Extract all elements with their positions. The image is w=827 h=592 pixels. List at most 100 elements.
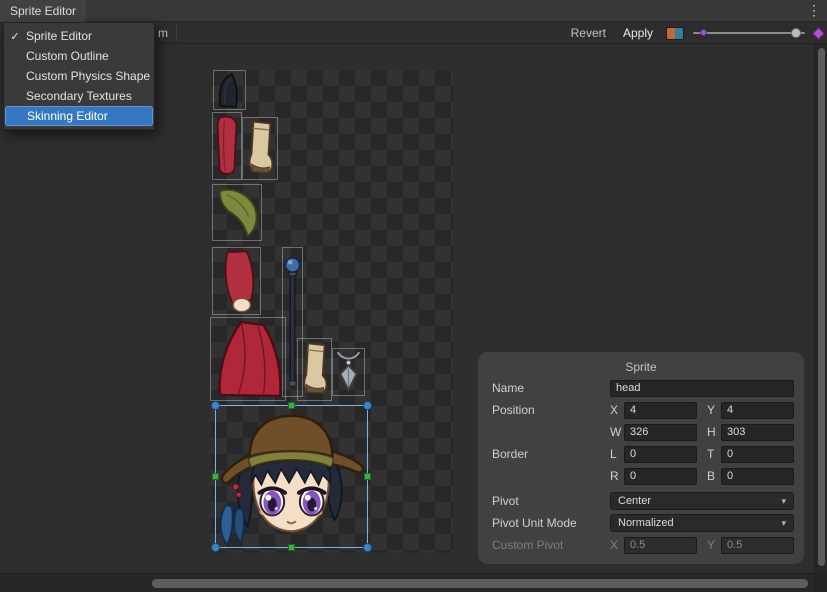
name-input[interactable]: [610, 380, 794, 397]
menu-item-label: Sprite Editor: [26, 29, 92, 43]
zoom-slider-track[interactable]: [693, 32, 805, 34]
position-y-label: Y: [707, 403, 721, 417]
position-xy-row: Position X Y: [488, 399, 794, 421]
border-rb-row: R B: [488, 465, 794, 487]
custom-pivot-x-input: [624, 537, 697, 554]
cape-sprite: [211, 318, 285, 400]
pivot-unit-mode-label: Pivot Unit Mode: [488, 516, 610, 530]
selection-handle-bottom-right[interactable]: [363, 543, 372, 552]
apply-button[interactable]: Apply: [619, 26, 657, 40]
scrollbar-corner: [814, 573, 827, 592]
border-b-label: B: [707, 469, 721, 483]
sprite-inspector-panel: Sprite Name Position X Y W H Border L: [478, 352, 804, 564]
right-eye: [299, 488, 325, 516]
position-wh-row: W H: [488, 421, 794, 443]
sprite-rect-cape[interactable]: [210, 317, 286, 401]
menu-item-custom-physics-shape[interactable]: Custom Physics Shape: [4, 66, 154, 86]
vertical-scrollbar-thumb[interactable]: [818, 48, 825, 566]
feather-ornament: [234, 509, 244, 544]
sprite-rect-boot-right[interactable]: [297, 338, 332, 401]
checkmark-icon: ✓: [4, 30, 26, 43]
chevron-down-icon: ▾: [781, 518, 786, 529]
menu-item-sprite-editor[interactable]: ✓ Sprite Editor: [4, 26, 154, 46]
position-w-label: W: [610, 425, 624, 439]
sprite-rect-scarf[interactable]: [212, 184, 262, 241]
menu-item-secondary-textures[interactable]: Secondary Textures: [4, 86, 154, 106]
selection-handle-top-right[interactable]: [363, 401, 372, 410]
zoom-slider[interactable]: [693, 25, 805, 41]
custom-pivot-row: Custom Pivot X Y: [488, 534, 794, 556]
border-b-input[interactable]: [721, 468, 794, 485]
menu-button-label: Sprite Editor: [10, 4, 76, 18]
revert-button[interactable]: Revert: [567, 26, 610, 40]
zoom-slider-marker: [700, 29, 707, 36]
sprite-rect-sleeve[interactable]: [212, 112, 242, 180]
sprite-rect-amulet[interactable]: [332, 348, 365, 396]
sprite-rect-hat-tip[interactable]: [213, 70, 246, 110]
name-row: Name: [488, 377, 794, 399]
clipped-toolbar-button-text[interactable]: m: [158, 26, 168, 40]
custom-pivot-label: Custom Pivot: [488, 538, 610, 552]
left-eye: [259, 488, 285, 516]
custom-pivot-x-label: X: [610, 538, 624, 552]
border-r-input[interactable]: [624, 468, 697, 485]
head-sprite: [216, 406, 367, 547]
sprite-editor-mode-menu: ✓ Sprite Editor Custom Outline Custom Ph…: [3, 22, 155, 130]
selection-handle-bottom-left[interactable]: [211, 543, 220, 552]
alpha-toggle-icon[interactable]: [812, 27, 825, 40]
sleeve-sprite: [213, 113, 241, 179]
color-channel-icon[interactable]: [666, 27, 684, 40]
sprite-rect-arm[interactable]: [212, 247, 261, 315]
hat-tip-sprite: [214, 71, 245, 109]
border-l-input[interactable]: [624, 446, 697, 463]
arm-sprite: [213, 248, 260, 314]
menu-item-custom-outline[interactable]: Custom Outline: [4, 46, 154, 66]
name-label: Name: [488, 381, 610, 395]
selection-handle-right-mid[interactable]: [364, 473, 371, 480]
menu-item-label: Secondary Textures: [26, 89, 132, 103]
position-w-input[interactable]: [624, 424, 697, 441]
position-x-label: X: [610, 403, 624, 417]
panel-title: Sprite: [488, 357, 794, 377]
window-titlebar: Sprite Editor ⋮: [0, 0, 827, 22]
boot-sprite: [243, 118, 277, 179]
position-label: Position: [488, 403, 610, 417]
horizontal-scrollbar-thumb[interactable]: [152, 579, 808, 588]
selected-sprite-rect-head[interactable]: [215, 405, 368, 548]
kebab-menu-icon[interactable]: ⋮: [805, 0, 823, 22]
toolbar-separator: [176, 25, 177, 41]
earring-bead: [236, 492, 241, 497]
menu-item-label: Skinning Editor: [27, 109, 108, 123]
pivot-value: Center: [618, 495, 651, 507]
boot-sprite: [298, 339, 331, 400]
custom-pivot-y-label: Y: [707, 538, 721, 552]
selection-handle-bottom-mid[interactable]: [288, 544, 295, 551]
earring-bead: [233, 484, 239, 490]
position-y-input[interactable]: [721, 402, 794, 419]
selection-handle-top-left[interactable]: [211, 401, 220, 410]
feather-ornament: [220, 505, 232, 545]
amulet-sprite: [333, 349, 364, 395]
position-h-input[interactable]: [721, 424, 794, 441]
selection-handle-left-mid[interactable]: [212, 473, 219, 480]
zoom-slider-handle[interactable]: [791, 28, 801, 38]
vertical-scrollbar[interactable]: [814, 44, 827, 573]
menu-item-skinning-editor[interactable]: Skinning Editor: [5, 106, 153, 126]
pivot-dropdown[interactable]: Center ▾: [610, 492, 794, 510]
pivot-row: Pivot Center ▾: [488, 490, 794, 512]
border-t-input[interactable]: [721, 446, 794, 463]
position-h-label: H: [707, 425, 721, 439]
pivot-unit-mode-dropdown[interactable]: Normalized ▾: [610, 514, 794, 532]
menu-item-label: Custom Physics Shape: [26, 69, 150, 83]
sprite-editor-menu-button[interactable]: Sprite Editor: [0, 0, 86, 22]
sprite-rect-boot-left[interactable]: [242, 117, 278, 180]
pivot-label: Pivot: [488, 494, 610, 508]
border-r-label: R: [610, 469, 624, 483]
pivot-unit-mode-value: Normalized: [618, 517, 674, 529]
menu-item-label: Custom Outline: [26, 49, 109, 63]
horizontal-scrollbar[interactable]: [0, 573, 814, 592]
custom-pivot-y-input: [721, 537, 794, 554]
scarf-sprite: [213, 185, 261, 240]
position-x-input[interactable]: [624, 402, 697, 419]
selection-handle-top-mid[interactable]: [288, 402, 295, 409]
